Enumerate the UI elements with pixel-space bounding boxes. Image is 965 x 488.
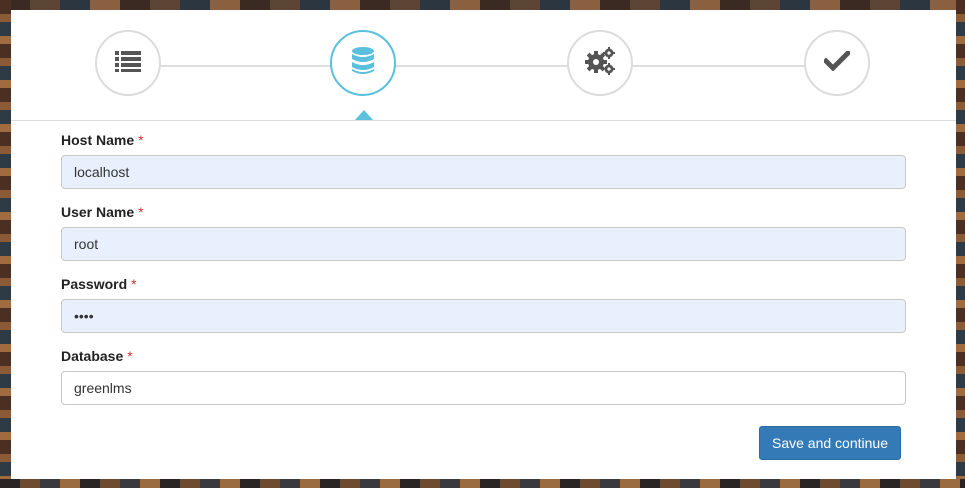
wizard-progress-line — [129, 65, 838, 67]
wizard-step-4[interactable] — [804, 30, 870, 96]
check-icon — [822, 48, 852, 76]
user-name-label-text: User Name — [61, 204, 135, 220]
installer-panel: Host Name* User Name* Password* Database… — [11, 10, 956, 479]
background-photo-bottom — [0, 479, 965, 488]
password-label-text: Password — [61, 276, 128, 292]
required-mark: * — [138, 132, 144, 148]
list-icon — [115, 50, 141, 77]
user-name-label: User Name * — [61, 203, 906, 221]
password-field: Password * — [61, 275, 906, 333]
host-name-field: Host Name * — [61, 131, 906, 189]
user-name-input[interactable] — [61, 227, 906, 261]
host-name-label: Host Name * — [61, 131, 906, 149]
wizard-step-1[interactable] — [95, 30, 161, 96]
database-form: Host Name* User Name* Password* Database… — [61, 131, 906, 419]
wizard-steps — [11, 10, 956, 121]
host-name-input[interactable] — [61, 155, 906, 189]
required-mark: * — [127, 348, 133, 364]
user-name-field: User Name * — [61, 203, 906, 261]
cogs-icon — [585, 46, 615, 80]
required-mark: * — [138, 204, 144, 220]
database-field: Database * — [61, 347, 906, 405]
wizard-step-3[interactable] — [567, 30, 633, 96]
background-photo-left — [0, 0, 11, 488]
host-name-label-text: Host Name — [61, 132, 135, 148]
database-input[interactable] — [61, 371, 906, 405]
database-label-text: Database — [61, 348, 124, 364]
database-label: Database * — [61, 347, 906, 365]
required-mark: * — [131, 276, 137, 292]
database-icon — [351, 46, 375, 80]
wizard-step-2[interactable] — [330, 30, 396, 96]
background-photo-right — [956, 0, 965, 488]
background-photo-top — [0, 0, 965, 10]
active-step-pointer — [355, 110, 373, 120]
save-and-continue-button[interactable]: Save and continue — [759, 426, 901, 460]
password-label: Password * — [61, 275, 906, 293]
password-input[interactable] — [61, 299, 906, 333]
